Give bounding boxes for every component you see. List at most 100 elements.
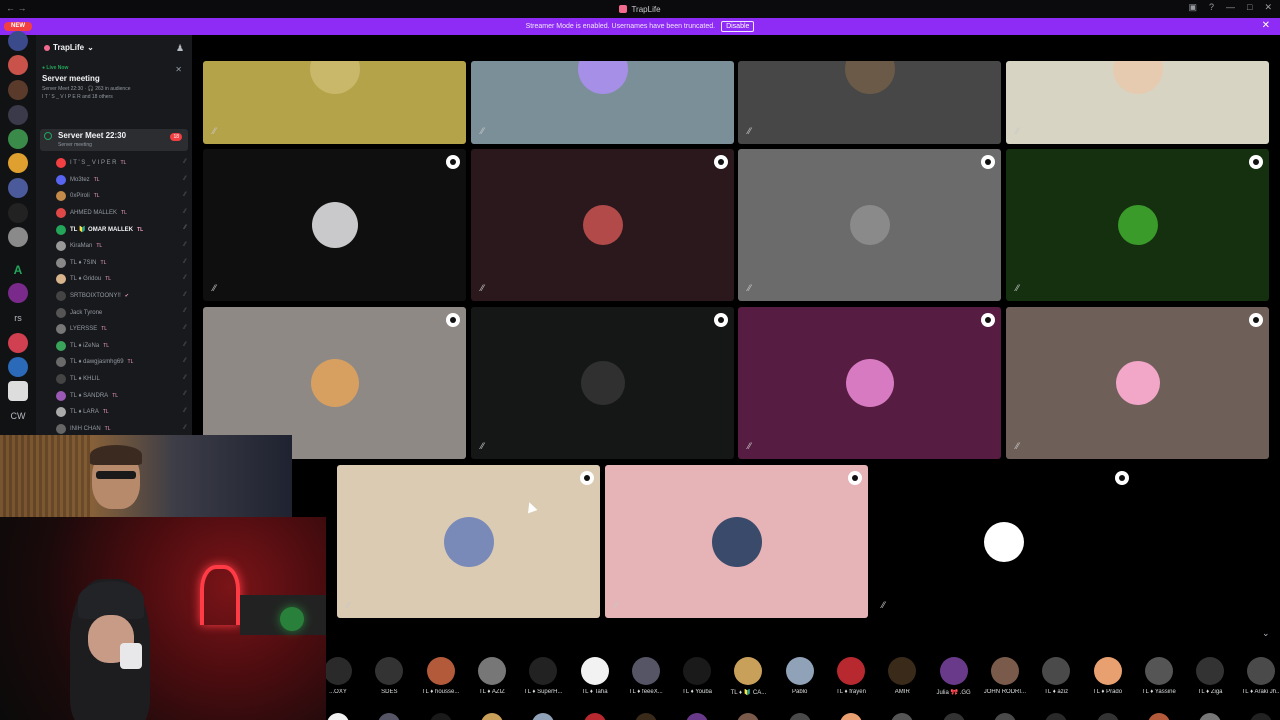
chevron-down-icon[interactable]: ⌄ bbox=[1262, 628, 1270, 639]
audience-member[interactable]: AMIR bbox=[878, 657, 926, 695]
avatar[interactable] bbox=[327, 713, 349, 720]
stage-participant-tile[interactable]: ⁄⁄ bbox=[738, 307, 1001, 459]
audience-member[interactable]: TL ♦ 🔰 CA... bbox=[724, 657, 772, 696]
avatar[interactable] bbox=[480, 713, 503, 720]
stage-member[interactable]: TL ♦ 7SIN TL ⁄⁄ bbox=[56, 255, 188, 272]
audience-member[interactable]: TL ♦ Ziga bbox=[1186, 657, 1234, 695]
audience-member[interactable]: JOHN RODRI... bbox=[981, 657, 1029, 695]
maximize-icon[interactable]: □ bbox=[1247, 2, 1252, 13]
audience-member[interactable]: TL ♦ AZIZ bbox=[468, 657, 516, 695]
audience-member[interactable]: TL ♦ Araki Jh... bbox=[1237, 657, 1280, 695]
server-icon[interactable] bbox=[8, 333, 28, 353]
avatar[interactable] bbox=[1199, 713, 1222, 720]
stage-member[interactable]: I T ' S _ V I P E R TL ⁄⁄ bbox=[56, 155, 188, 172]
stage-member[interactable]: TL 🔰 OMAR MALLEK TL ⁄⁄ bbox=[56, 221, 188, 238]
audience-member[interactable]: TL ♦ Yassine bbox=[1135, 657, 1183, 695]
avatar[interactable] bbox=[1045, 713, 1068, 720]
close-window-icon[interactable]: ✕ bbox=[1264, 2, 1272, 13]
server-icon[interactable] bbox=[8, 105, 28, 125]
audience-member[interactable]: TL ♦ Prado bbox=[1084, 657, 1132, 695]
server-icon[interactable] bbox=[8, 80, 28, 100]
server-icon[interactable] bbox=[8, 283, 28, 303]
invite-person-icon[interactable]: ♟ bbox=[176, 43, 184, 54]
stage-member[interactable]: TL ♦ SANDRA TL ⁄⁄ bbox=[56, 387, 188, 404]
stage-member[interactable]: Jack Tyrone ⁄⁄ bbox=[56, 304, 188, 321]
avatar[interactable] bbox=[840, 713, 862, 720]
stage-participant-tile[interactable]: ⁄⁄ bbox=[471, 61, 734, 144]
audience-member[interactable]: TL ♦ housse... bbox=[417, 657, 465, 695]
server-text-cw[interactable]: CW bbox=[0, 411, 36, 421]
audience-member[interactable]: TL ♦ SuperH... bbox=[519, 657, 567, 695]
stage-member[interactable]: TL ♦ KHLIL ⁄⁄ bbox=[56, 371, 188, 388]
stage-participant-tile[interactable]: ⁄⁄ bbox=[1006, 61, 1269, 144]
avatar[interactable] bbox=[1096, 713, 1119, 720]
watch-stream-icon[interactable] bbox=[580, 471, 594, 485]
stage-member[interactable]: TL ♦ iZeNa TL ⁄⁄ bbox=[56, 338, 188, 355]
banner-close-icon[interactable]: ✕ bbox=[1262, 20, 1270, 31]
watch-stream-icon[interactable] bbox=[446, 155, 460, 169]
live-now-card[interactable]: ● Live Now Server meeting Server Meet 22… bbox=[42, 65, 186, 113]
stage-participant-tile[interactable]: ⁄⁄ bbox=[738, 61, 1001, 144]
audience-member[interactable]: Julia 🎀 .GG bbox=[930, 657, 978, 696]
inbox-icon[interactable]: ▣ bbox=[1188, 2, 1197, 13]
avatar[interactable] bbox=[429, 713, 452, 720]
stage-member[interactable]: TL ♦ LARA TL ⁄⁄ bbox=[56, 404, 188, 421]
stage-member[interactable]: TL ♦ Gridou TL ⁄⁄ bbox=[56, 271, 188, 288]
avatar[interactable] bbox=[686, 713, 709, 720]
stage-participant-tile[interactable]: ⁄⁄ bbox=[738, 149, 1001, 301]
avatar[interactable] bbox=[532, 713, 555, 720]
server-icon[interactable] bbox=[8, 203, 28, 223]
stage-member[interactable]: Mo3tez TL ⁄⁄ bbox=[56, 172, 188, 189]
back-arrow-icon[interactable]: ← → bbox=[6, 3, 27, 13]
watch-stream-icon[interactable] bbox=[981, 155, 995, 169]
watch-stream-icon[interactable] bbox=[446, 313, 460, 327]
stage-participant-tile[interactable]: ⁄⁄ bbox=[1006, 307, 1269, 459]
server-icon[interactable] bbox=[8, 31, 28, 51]
avatar[interactable] bbox=[583, 713, 606, 720]
avatar[interactable] bbox=[737, 713, 760, 720]
server-icon[interactable] bbox=[8, 129, 28, 149]
avatar[interactable] bbox=[378, 713, 401, 720]
server-letter-a[interactable]: A bbox=[0, 263, 36, 277]
stage-member[interactable]: INIH CHAN TL ⁄⁄ bbox=[56, 421, 188, 436]
audience-member[interactable]: SDES bbox=[365, 657, 413, 695]
avatar[interactable] bbox=[993, 713, 1016, 720]
stage-member[interactable]: 0xPiroli TL ⁄⁄ bbox=[56, 188, 188, 205]
audience-member[interactable]: TL ♦ frayen bbox=[827, 657, 875, 695]
avatar[interactable] bbox=[1147, 713, 1170, 720]
stage-participant-tile[interactable]: ⁄⁄ bbox=[471, 307, 734, 459]
stage-member[interactable]: SRTBOIXTOONY!! ✔ ⁄⁄ bbox=[56, 288, 188, 305]
server-icon[interactable] bbox=[8, 227, 28, 247]
close-icon[interactable]: ✕ bbox=[175, 65, 182, 74]
audience-member[interactable]: TL ♦ Youba bbox=[673, 657, 721, 695]
avatar[interactable] bbox=[634, 713, 657, 720]
stage-participant-tile[interactable]: ⁄⁄ bbox=[872, 465, 1135, 618]
stage-member[interactable]: LYERSSE TL ⁄⁄ bbox=[56, 321, 188, 338]
stage-member[interactable]: TL ♦ dawgjasmhg69 TL ⁄⁄ bbox=[56, 354, 188, 371]
minimize-icon[interactable]: — bbox=[1226, 2, 1235, 13]
server-icon[interactable] bbox=[8, 153, 28, 173]
server-icon[interactable] bbox=[8, 357, 28, 377]
watch-stream-icon[interactable] bbox=[1115, 471, 1129, 485]
avatar[interactable] bbox=[942, 713, 965, 720]
server-text-rs[interactable]: rs bbox=[0, 313, 36, 323]
help-icon[interactable]: ? bbox=[1209, 2, 1214, 13]
audience-member[interactable]: TL ♦ Taha bbox=[571, 657, 619, 695]
audience-member[interactable]: TL ♦ aziz bbox=[1032, 657, 1080, 695]
server-name-header[interactable]: TrapLife ⌄ bbox=[44, 43, 94, 52]
watch-stream-icon[interactable] bbox=[714, 155, 728, 169]
stage-participant-tile[interactable]: ⁄⁄ bbox=[605, 465, 868, 618]
server-icon[interactable] bbox=[8, 178, 28, 198]
server-icon[interactable] bbox=[8, 381, 28, 401]
stage-channel[interactable]: Server Meet 22:30 Server meeting 18 bbox=[40, 129, 188, 151]
server-icon[interactable] bbox=[8, 55, 28, 75]
watch-stream-icon[interactable] bbox=[1249, 155, 1263, 169]
stage-participant-tile[interactable]: ⁄⁄ bbox=[1006, 149, 1269, 301]
stage-member[interactable]: KiraMan TL ⁄⁄ bbox=[56, 238, 188, 255]
avatar[interactable] bbox=[1250, 713, 1273, 720]
avatar[interactable] bbox=[891, 713, 914, 720]
watch-stream-icon[interactable] bbox=[714, 313, 728, 327]
stage-participant-tile[interactable]: ⁄⁄ bbox=[203, 149, 466, 301]
disable-streamer-mode-button[interactable]: Disable bbox=[721, 21, 755, 32]
stage-participant-tile[interactable]: ⁄⁄ bbox=[471, 149, 734, 301]
